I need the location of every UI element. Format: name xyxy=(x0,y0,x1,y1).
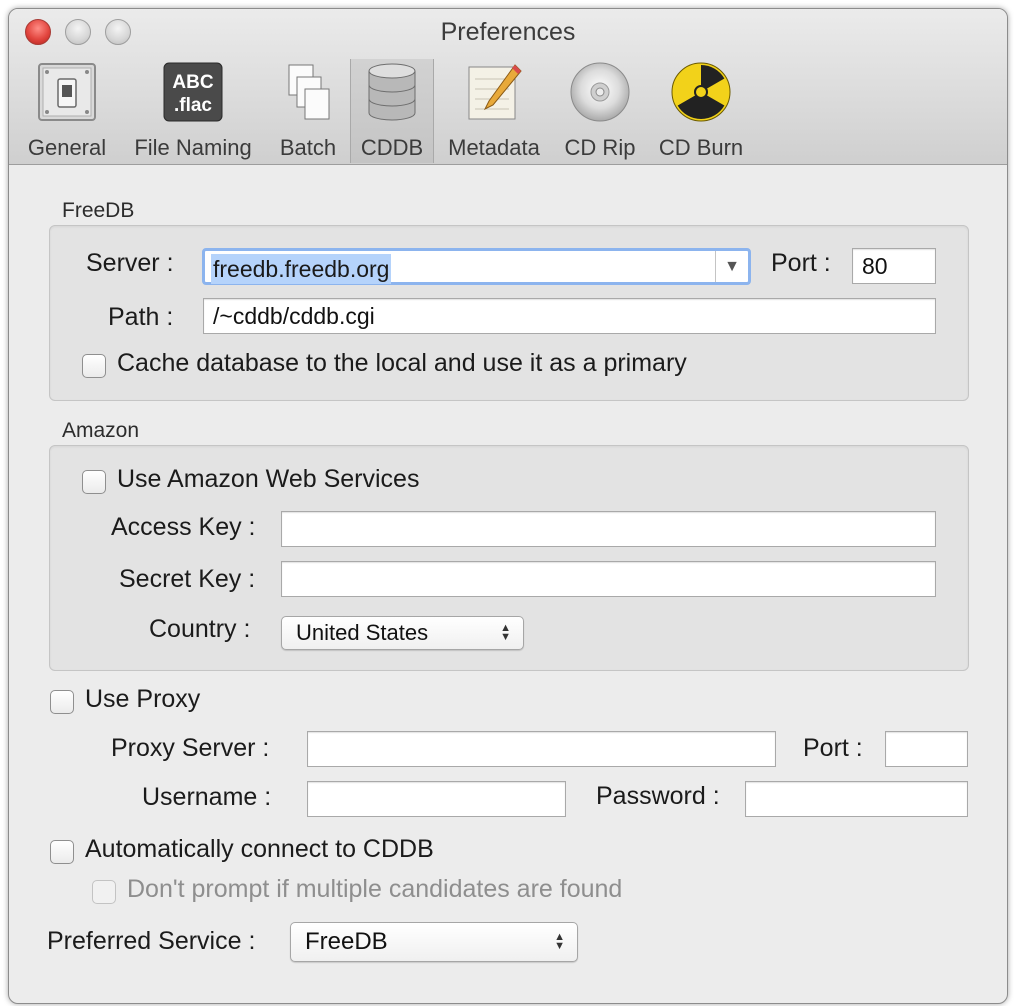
toolbar-item-label: Batch xyxy=(279,135,337,160)
toolbar-item-cd-burn[interactable]: CD Burn xyxy=(653,59,749,163)
country-value: United States xyxy=(296,620,429,645)
toolbar-item-general[interactable]: General xyxy=(23,59,111,163)
toolbar-item-label: General xyxy=(27,135,107,160)
secret-key-field[interactable] xyxy=(281,561,936,597)
file-naming-icon: ABC .flac xyxy=(162,61,224,123)
preferred-service-label: Preferred Service : xyxy=(47,927,256,955)
window-title: Preferences xyxy=(440,18,576,46)
proxy-port-label: Port : xyxy=(803,734,863,762)
cache-database-checkbox[interactable] xyxy=(82,354,106,378)
preferred-service-value: FreeDB xyxy=(305,928,388,955)
proxy-port-field[interactable] xyxy=(885,731,968,767)
access-key-label: Access Key : xyxy=(111,513,256,541)
port-field[interactable]: 80 xyxy=(852,248,936,284)
use-proxy-label: Use Proxy xyxy=(85,685,201,713)
updown-arrows-icon: ▲ ▼ xyxy=(500,622,511,643)
freedb-section-label: FreeDB xyxy=(62,199,135,222)
path-field[interactable]: /~cddb/cddb.cgi xyxy=(203,298,936,334)
preferences-window: Preferences General ABC .flac File Namin… xyxy=(8,8,1008,1004)
country-popup[interactable]: United States ▲ ▼ xyxy=(281,616,524,650)
toolbar-item-cddb[interactable]: CDDB xyxy=(350,59,434,163)
use-proxy-checkbox[interactable] xyxy=(50,690,74,714)
batch-documents-icon xyxy=(277,61,339,123)
secret-key-label: Secret Key : xyxy=(119,565,256,593)
toolbar-item-file-naming[interactable]: ABC .flac File Naming xyxy=(127,59,259,163)
port-label: Port : xyxy=(771,249,831,277)
auto-connect-checkbox[interactable] xyxy=(50,840,74,864)
notepad-pencil-icon xyxy=(463,61,525,123)
password-field[interactable] xyxy=(745,781,968,817)
toolbar-item-label: CD Burn xyxy=(658,135,744,160)
country-label: Country : xyxy=(149,615,251,643)
auto-connect-label: Automatically connect to CDDB xyxy=(85,835,434,863)
toolbar-item-label: CDDB xyxy=(360,135,424,160)
database-icon xyxy=(361,61,423,123)
use-amazon-label: Use Amazon Web Services xyxy=(117,465,420,493)
no-prompt-checkbox[interactable] xyxy=(92,880,116,904)
no-prompt-label: Don't prompt if multiple candidates are … xyxy=(127,875,623,903)
toolbar-item-label: Metadata xyxy=(448,135,540,160)
toolbar-item-cd-rip[interactable]: CD Rip xyxy=(561,59,639,163)
toolbar-item-label: File Naming xyxy=(134,135,252,160)
disc-icon xyxy=(569,61,631,123)
updown-arrows-icon: ▲ ▼ xyxy=(554,931,565,952)
proxy-server-label: Proxy Server : xyxy=(111,734,270,762)
server-label: Server : xyxy=(86,249,174,277)
preferred-service-popup[interactable]: FreeDB ▲ ▼ xyxy=(290,922,578,962)
svg-text:.flac: .flac xyxy=(174,95,212,116)
toolbar-item-metadata[interactable]: Metadata xyxy=(441,59,547,163)
dropdown-arrow-icon[interactable]: ▼ xyxy=(715,251,748,282)
radiation-icon xyxy=(670,61,732,123)
svg-text:ABC: ABC xyxy=(172,72,213,93)
access-key-field[interactable] xyxy=(281,511,936,547)
amazon-section-label: Amazon xyxy=(62,419,140,442)
password-label: Password : xyxy=(596,782,720,810)
use-amazon-checkbox[interactable] xyxy=(82,470,106,494)
toolbar-item-batch[interactable]: Batch xyxy=(271,59,345,163)
proxy-server-field[interactable] xyxy=(307,731,776,767)
toolbar-item-label: CD Rip xyxy=(564,135,636,160)
server-value: freedb.freedb.org xyxy=(211,254,392,284)
username-field[interactable] xyxy=(307,781,566,817)
server-combobox[interactable]: freedb.freedb.org ▼ xyxy=(202,248,751,285)
titlebar-toolbar: Preferences General ABC .flac File Namin… xyxy=(9,9,1007,165)
toggle-switch-icon xyxy=(36,61,98,123)
username-label: Username : xyxy=(142,783,272,811)
path-label: Path : xyxy=(108,303,174,331)
cache-database-label: Cache database to the local and use it a… xyxy=(117,349,687,377)
